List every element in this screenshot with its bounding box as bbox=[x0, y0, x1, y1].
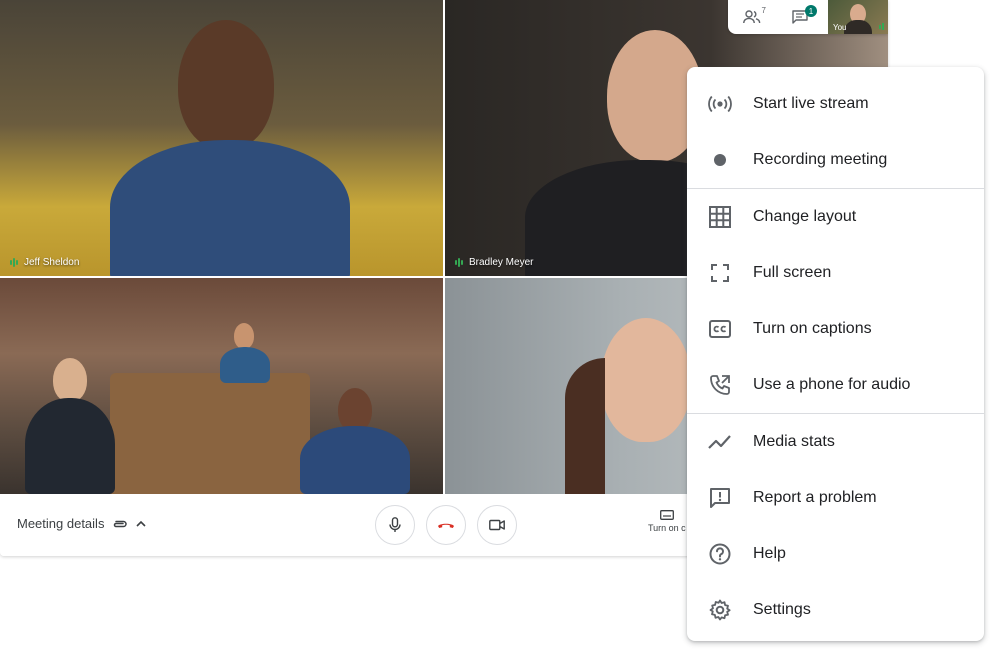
menu-item-help[interactable]: Help bbox=[687, 526, 984, 582]
report-problem-icon bbox=[707, 485, 733, 511]
participant-name: Bradley Meyer bbox=[455, 257, 533, 268]
end-call-button[interactable] bbox=[426, 505, 466, 545]
menu-item-label: Full screen bbox=[753, 264, 832, 281]
menu-item-label: Report a problem bbox=[753, 489, 877, 506]
video-tile-conference-room[interactable] bbox=[0, 278, 443, 494]
people-button[interactable]: 7 bbox=[728, 0, 776, 34]
captions-label: Turn on c bbox=[648, 523, 686, 533]
live-stream-icon bbox=[707, 91, 733, 117]
conference-table bbox=[110, 373, 310, 494]
meeting-details-label: Meeting details bbox=[17, 516, 105, 531]
speaking-indicator-icon bbox=[879, 23, 884, 30]
menu-item-recording-meeting[interactable]: Recording meeting bbox=[687, 132, 984, 188]
people-count: 7 bbox=[761, 6, 766, 15]
settings-icon bbox=[707, 597, 733, 623]
chat-badge: 1 bbox=[805, 5, 817, 17]
participants-bar: 7 1 You bbox=[728, 0, 888, 34]
participant-name-text: Jeff Sheldon bbox=[24, 257, 80, 268]
chat-button[interactable]: 1 bbox=[776, 0, 824, 34]
captions-icon bbox=[707, 316, 733, 342]
captions-button[interactable]: Turn on c bbox=[648, 510, 686, 533]
menu-item-full-screen[interactable]: Full screen bbox=[687, 245, 984, 301]
participant-name-text: Bradley Meyer bbox=[469, 257, 534, 268]
avatar-body bbox=[844, 20, 872, 34]
speaking-indicator-icon bbox=[10, 258, 18, 267]
speaking-indicator-icon bbox=[455, 258, 463, 267]
participant-video bbox=[220, 323, 270, 383]
call-controls bbox=[375, 505, 517, 545]
self-view-thumbnail[interactable]: You bbox=[828, 0, 888, 34]
menu-item-turn-on-captions[interactable]: Turn on captions bbox=[687, 301, 984, 357]
camera-button[interactable] bbox=[477, 505, 517, 545]
participant-name: Jeff Sheldon bbox=[10, 257, 79, 268]
grid-layout-icon bbox=[707, 204, 733, 230]
menu-item-label: Recording meeting bbox=[753, 151, 888, 168]
video-tile-jeff[interactable]: Jeff Sheldon bbox=[0, 0, 443, 276]
menu-item-media-stats[interactable]: Media stats bbox=[687, 414, 984, 470]
more-options-menu: Start live stream Recording meeting Chan… bbox=[687, 67, 984, 641]
self-label: You bbox=[833, 23, 847, 32]
microphone-button[interactable] bbox=[375, 505, 415, 545]
menu-item-label: Help bbox=[753, 545, 786, 562]
menu-item-settings[interactable]: Settings bbox=[687, 582, 984, 638]
menu-item-label: Media stats bbox=[753, 433, 835, 450]
participant-video bbox=[300, 388, 410, 494]
menu-item-label: Change layout bbox=[753, 208, 857, 225]
fullscreen-icon bbox=[707, 260, 733, 286]
attachment-icon bbox=[114, 520, 128, 527]
microphone-icon bbox=[389, 517, 401, 532]
menu-item-report-problem[interactable]: Report a problem bbox=[687, 470, 984, 526]
captions-icon bbox=[659, 510, 674, 520]
menu-item-label: Turn on captions bbox=[753, 320, 872, 337]
chevron-up-icon bbox=[136, 520, 147, 527]
menu-item-label: Use a phone for audio bbox=[753, 376, 911, 393]
meeting-details-button[interactable]: Meeting details bbox=[17, 516, 147, 531]
menu-item-change-layout[interactable]: Change layout bbox=[687, 189, 984, 245]
help-icon bbox=[707, 541, 733, 567]
people-icon bbox=[743, 10, 761, 24]
menu-item-label: Settings bbox=[753, 601, 811, 618]
media-stats-icon bbox=[707, 429, 733, 455]
menu-item-use-phone-audio[interactable]: Use a phone for audio bbox=[687, 357, 984, 413]
recording-dot-icon bbox=[707, 147, 733, 173]
hang-up-icon bbox=[438, 523, 454, 528]
menu-item-label: Start live stream bbox=[753, 95, 869, 112]
participant-video bbox=[25, 358, 115, 494]
camera-icon bbox=[489, 519, 505, 531]
menu-item-start-live-stream[interactable]: Start live stream bbox=[687, 76, 984, 132]
meet-stage: Jeff Sheldon Bradley Meyer 7 1 You Meeti… bbox=[0, 0, 1000, 654]
participant-video bbox=[110, 20, 350, 276]
phone-audio-icon bbox=[707, 372, 733, 398]
